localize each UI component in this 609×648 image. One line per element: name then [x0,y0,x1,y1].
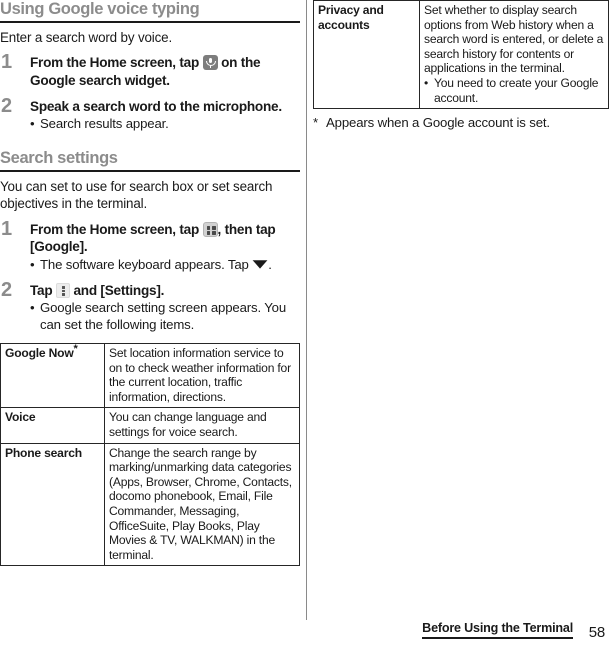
step-bullets: Google search setting screen appears. Yo… [30,300,300,334]
step-1-voice: 1 From the Home screen, tap on the Googl… [0,51,300,89]
step-number: 2 [1,278,13,301]
bullet-item: Google search setting screen appears. Yo… [30,300,300,334]
table-cell-bullets: You need to create your Google account. [424,76,604,105]
section1-lead-text: Enter a search word by voice. [0,30,173,45]
step-title-part-1: From the Home screen, tap [30,221,200,237]
step-number: 1 [1,51,13,74]
section2-lead-text: You can set to use for search box or set… [0,178,273,212]
step-title: Tap and [Settings]. [30,282,300,300]
step-2-voice: 2 Speak a search word to the microphone.… [0,94,300,133]
table-cell-value: Change the search range by marking/unmar… [104,442,300,567]
column-divider [306,0,307,620]
table-cell-key: Voice [0,407,105,444]
table-row: Phone search Change the search range by … [0,442,300,567]
footer-chapter-title: Before Using the Terminal [422,621,573,639]
bullet-text-part-1: The software keyboard appears. Tap [40,256,249,272]
table-key-label: Google Now [5,345,74,360]
bullet-text-part-2: . [268,256,272,272]
privacy-accounts-table: Privacy and accounts Set whether to disp… [313,0,609,110]
table-cell-value: Set whether to display search options fr… [419,0,609,110]
step-title: From the Home screen, tap on the Google … [30,54,300,89]
search-settings-table: Google Now* Set location information ser… [0,342,300,567]
step-number: 2 [1,94,13,117]
table-cell-value: Set location information service to on t… [104,342,300,409]
bullet-item: You need to create your Google account. [424,76,604,105]
step-title-part-1: Tap [30,282,53,298]
step-bullets: The software keyboard appears. Tap . [30,257,300,274]
step-title-part-2: and [Settings]. [73,282,165,298]
step-number: 1 [1,217,13,240]
microphone-icon [202,55,218,71]
step-title: Speak a search word to the microphone. [30,98,282,114]
bullet-item: The software keyboard appears. Tap . [30,257,300,274]
footnote-marker: * [73,342,78,355]
left-column: Using Google voice typing Enter a search… [0,0,300,567]
section-heading-search-settings: Search settings [0,149,300,172]
keyboard-hide-icon [252,260,268,269]
step-1-search: 1 From the Home screen, tap , then tap [… [0,217,300,274]
table-cell-key: Phone search [0,442,105,567]
manual-page: Using Google voice typing Enter a search… [0,0,609,648]
footnote-text: Appears when a Google account is set. [326,115,550,131]
step-2-search: 2 Tap and [Settings]. Google search sett… [0,278,300,334]
table-footnote: * Appears when a Google account is set. [313,115,609,132]
right-column: Privacy and accounts Set whether to disp… [313,0,609,145]
table-row: Google Now* Set location information ser… [0,342,300,409]
section-heading-voice-typing: Using Google voice typing [0,0,300,23]
table-cell-key: Privacy and accounts [313,0,420,110]
footnote-marker: * [313,115,318,131]
table-value-text: Set whether to display search options fr… [424,3,604,76]
table-cell-key: Google Now* [0,342,105,409]
table-row: Privacy and accounts Set whether to disp… [313,0,609,110]
table-cell-value: You can change language and settings for… [104,407,300,444]
step-bullets: Search results appear. [30,116,300,133]
table-row: Voice You can change language and settin… [0,407,300,444]
page-footer: Before Using the Terminal 58 [0,618,609,648]
page-number: 58 [588,624,606,641]
bullet-item: Search results appear. [30,116,300,133]
step-title: From the Home screen, tap , then tap [Go… [30,221,300,256]
apps-grid-icon [202,221,218,237]
step-title-part-1: From the Home screen, tap [30,55,200,71]
overflow-menu-icon [55,282,70,298]
